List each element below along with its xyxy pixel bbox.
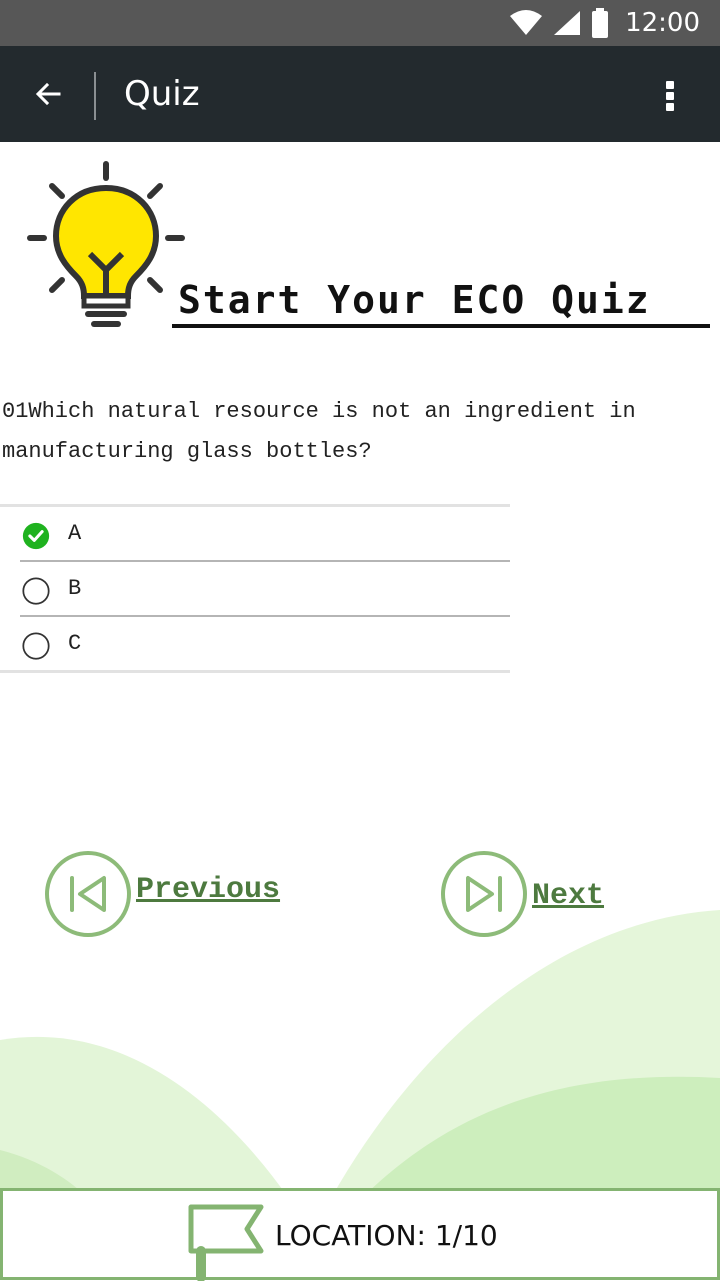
options-divider-bottom <box>0 670 510 673</box>
back-arrow-icon <box>35 82 61 106</box>
more-vert-icon <box>666 81 674 111</box>
green-hills-decoration <box>0 910 720 1200</box>
option-label: C <box>68 631 82 656</box>
page-title: Quiz <box>124 74 200 114</box>
radio-unchecked-icon <box>22 577 50 605</box>
radio-unchecked-icon <box>22 632 50 660</box>
question-text: 01Which natural resource is not an ingre… <box>2 399 636 464</box>
location-value: 1/10 <box>434 1219 498 1252</box>
location-footer: LOCATION: 1/10 <box>0 1188 720 1281</box>
banner-underline <box>172 324 710 328</box>
option-b[interactable]: B <box>20 560 510 615</box>
previous-icon <box>45 851 131 937</box>
back-button[interactable] <box>22 70 74 118</box>
option-a[interactable]: A <box>0 507 510 560</box>
lightbulb-icon <box>27 161 185 327</box>
next-button[interactable]: Next <box>440 850 604 938</box>
previous-label: Previous <box>136 873 281 907</box>
battery-icon <box>592 8 609 38</box>
option-c[interactable]: C <box>20 615 510 670</box>
flag-icon <box>188 1204 264 1281</box>
option-label: B <box>68 576 82 601</box>
next-label: Next <box>532 879 605 913</box>
app-bar-divider <box>94 72 96 120</box>
check-circle-icon <box>22 522 50 550</box>
location-label: LOCATION: <box>275 1219 426 1252</box>
answer-options: A B C <box>0 504 510 673</box>
wifi-icon <box>510 10 543 35</box>
next-icon <box>441 851 527 937</box>
status-bar: 12:00 <box>0 0 720 46</box>
status-time: 12:00 <box>625 8 700 38</box>
banner-title: Start Your ECO Quiz <box>178 278 651 322</box>
option-label: A <box>68 521 82 546</box>
app-bar: Quiz <box>0 46 720 142</box>
more-options-button[interactable] <box>654 74 686 118</box>
signal-icon <box>554 11 581 35</box>
location-indicator: LOCATION: 1/10 <box>275 1219 498 1252</box>
previous-button[interactable]: Previous <box>44 850 280 938</box>
